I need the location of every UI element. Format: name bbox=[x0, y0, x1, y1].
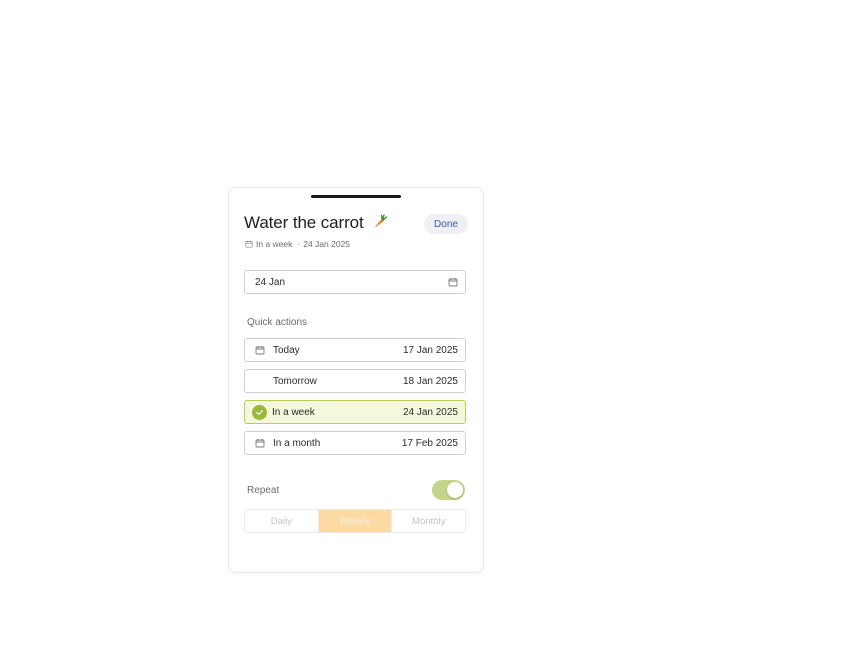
repeat-toggle[interactable] bbox=[432, 480, 465, 500]
meta-relative: In a week bbox=[256, 239, 293, 249]
segment-daily[interactable]: Daily bbox=[245, 510, 319, 532]
quick-action-today[interactable]: Today 17 Jan 2025 bbox=[244, 338, 466, 362]
quick-action-label: In a month bbox=[273, 437, 321, 449]
quick-action-date: 18 Jan 2025 bbox=[402, 375, 458, 387]
quick-action-label: In a week bbox=[272, 406, 315, 418]
task-sheet: Water the carrot Done In a week · 24 Jan… bbox=[228, 187, 484, 573]
calendar-icon bbox=[254, 437, 266, 449]
toggle-knob bbox=[447, 482, 463, 498]
quick-action-in-a-week[interactable]: In a week 24 Jan 2025 bbox=[244, 400, 466, 424]
calendar-icon bbox=[254, 344, 266, 356]
drag-handle[interactable] bbox=[311, 195, 401, 198]
quick-actions-label: Quick actions bbox=[247, 317, 308, 328]
quick-action-label: Today bbox=[273, 344, 300, 356]
quick-action-label: Tomorrow bbox=[273, 375, 317, 387]
quick-action-date: 24 Jan 2025 bbox=[402, 406, 458, 418]
quick-action-tomorrow[interactable]: Tomorrow 18 Jan 2025 bbox=[244, 369, 466, 393]
calendar-icon[interactable] bbox=[448, 277, 458, 287]
segment-monthly[interactable]: Monthly bbox=[392, 510, 465, 532]
task-title: Water the carrot bbox=[244, 213, 388, 235]
meta-date: 24 Jan 2025 bbox=[303, 239, 351, 249]
check-circle-icon bbox=[252, 404, 267, 420]
date-field-value: 24 Jan bbox=[255, 276, 286, 288]
done-button[interactable]: Done bbox=[424, 214, 468, 234]
calendar-icon bbox=[245, 240, 253, 248]
quick-action-in-a-month[interactable]: In a month 17 Feb 2025 bbox=[244, 431, 466, 455]
empty-icon-slot bbox=[254, 375, 266, 387]
quick-action-date: 17 Feb 2025 bbox=[401, 437, 458, 449]
segment-weekly[interactable]: Weekly bbox=[318, 510, 393, 532]
carrot-icon bbox=[371, 213, 388, 235]
repeat-frequency-selector: Daily Weekly Monthly bbox=[244, 509, 466, 533]
task-title-text: Water the carrot bbox=[244, 213, 364, 232]
date-field[interactable]: 24 Jan bbox=[244, 270, 466, 294]
repeat-label: Repeat bbox=[247, 485, 280, 496]
quick-action-date: 17 Jan 2025 bbox=[402, 344, 458, 356]
task-meta: In a week · 24 Jan 2025 bbox=[245, 239, 350, 249]
meta-separator: · bbox=[297, 239, 301, 249]
